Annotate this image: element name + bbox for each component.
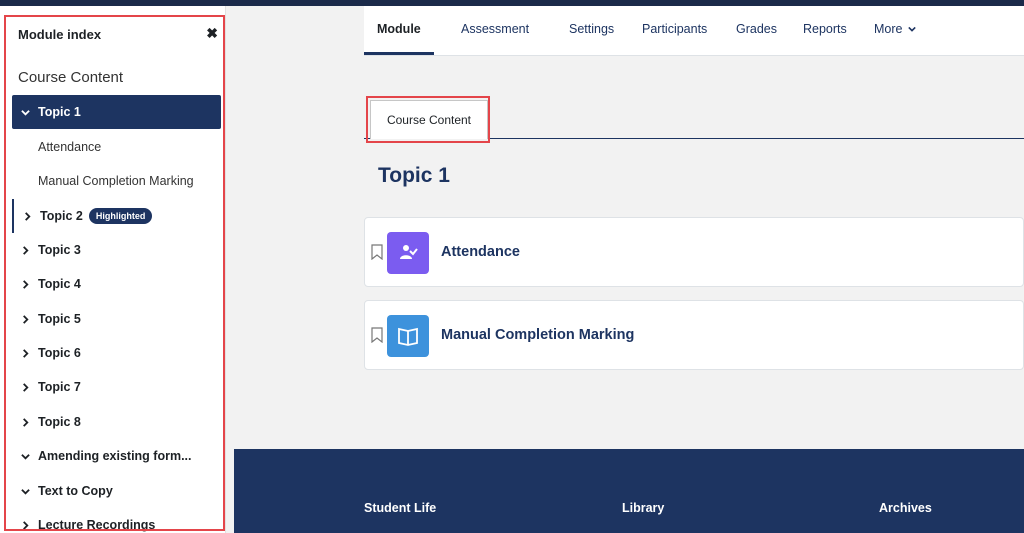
activity-link-manual-completion-marking[interactable]: Manual Completion Marking <box>441 327 634 343</box>
page-footer: Student Life Library Archives <box>234 449 1024 533</box>
footer-link-archives[interactable]: Archives <box>879 501 932 515</box>
index-item-topic-6[interactable]: Topic 6 <box>12 336 221 370</box>
index-item-topic-7[interactable]: Topic 7 <box>12 370 221 404</box>
index-item-label: Topic 6 <box>38 346 81 360</box>
attendance-icon <box>387 232 429 274</box>
chevron-down-icon <box>12 452 38 461</box>
course-content-region: Course Content Topic 1 Attendance Manual… <box>364 63 1024 449</box>
secondary-navigation: Module Assessment Settings Participants … <box>364 6 1024 56</box>
index-item-topic-2[interactable]: Topic 2 Highlighted <box>12 199 221 233</box>
index-item-label: Topic 4 <box>38 277 81 291</box>
index-item-label: Topic 5 <box>38 312 81 326</box>
active-tab-indicator <box>364 52 434 55</box>
drawer-title: Module index <box>18 27 102 42</box>
drawer-header: Module index ✖ <box>18 24 218 44</box>
tab-assessment[interactable]: Assessment <box>461 22 529 36</box>
tab-grades[interactable]: Grades <box>736 22 777 36</box>
activity-attendance: Attendance <box>364 217 1024 287</box>
chevron-right-icon <box>12 245 38 255</box>
chevron-right-icon <box>14 211 40 221</box>
tab-reports[interactable]: Reports <box>803 22 847 36</box>
index-item-topic-8[interactable]: Topic 8 <box>12 405 221 439</box>
footer-link-student-life[interactable]: Student Life <box>364 501 436 515</box>
bookmark-icon[interactable] <box>371 327 383 343</box>
tab-participants[interactable]: Participants <box>642 22 707 36</box>
index-item-label: Topic 2 <box>40 209 83 223</box>
index-item-label: Text to Copy <box>38 484 113 498</box>
index-item-label: Topic 8 <box>38 415 81 429</box>
chevron-right-icon <box>12 417 38 427</box>
tab-settings[interactable]: Settings <box>569 22 614 36</box>
index-item-amending-existing-forms[interactable]: Amending existing form... <box>12 439 221 473</box>
topic-title: Topic 1 <box>378 164 450 187</box>
index-item-label: Manual Completion Marking <box>38 174 194 188</box>
chevron-right-icon <box>12 279 38 289</box>
index-item-topic-1[interactable]: Topic 1 <box>12 95 221 129</box>
index-item-lecture-recordings[interactable]: Lecture Recordings <box>12 508 221 533</box>
activity-manual-completion-marking: Manual Completion Marking <box>364 300 1024 370</box>
index-item-manual-completion-marking[interactable]: Manual Completion Marking <box>12 164 221 198</box>
main-region: Module Assessment Settings Participants … <box>226 6 1024 449</box>
activity-link-attendance[interactable]: Attendance <box>441 244 520 260</box>
index-item-attendance[interactable]: Attendance <box>12 130 221 164</box>
tab-module[interactable]: Module <box>377 22 421 36</box>
highlighted-badge: Highlighted <box>88 208 153 224</box>
chevron-right-icon <box>12 314 38 324</box>
index-item-topic-3[interactable]: Topic 3 <box>12 233 221 267</box>
index-item-topic-4[interactable]: Topic 4 <box>12 267 221 301</box>
chevron-down-icon <box>908 26 916 32</box>
course-content-tab[interactable]: Course Content <box>370 100 488 139</box>
index-item-label: Amending existing form... <box>38 449 192 463</box>
chevron-right-icon <box>12 348 38 358</box>
chevron-down-icon <box>12 108 38 117</box>
chevron-right-icon <box>12 382 38 392</box>
course-heading: Course Content <box>18 69 124 86</box>
close-icon[interactable]: ✖ <box>206 24 218 42</box>
index-item-label: Topic 7 <box>38 380 81 394</box>
module-index-drawer: Module index ✖ Course Content Topic 1 At… <box>0 6 226 533</box>
tab-more[interactable]: More <box>874 22 916 36</box>
index-item-label: Topic 3 <box>38 243 81 257</box>
index-item-label: Topic 1 <box>38 105 81 119</box>
tab-more-label: More <box>874 22 903 36</box>
top-strip <box>0 0 1024 6</box>
index-item-label: Lecture Recordings <box>38 518 156 532</box>
footer-link-library[interactable]: Library <box>622 501 664 515</box>
index-item-topic-5[interactable]: Topic 5 <box>12 302 221 336</box>
index-item-text-to-copy[interactable]: Text to Copy <box>12 474 221 508</box>
bookmark-icon[interactable] <box>371 244 383 260</box>
chevron-down-icon <box>12 487 38 496</box>
chevron-right-icon <box>12 520 38 530</box>
book-icon <box>387 315 429 357</box>
index-item-label: Attendance <box>38 140 102 154</box>
